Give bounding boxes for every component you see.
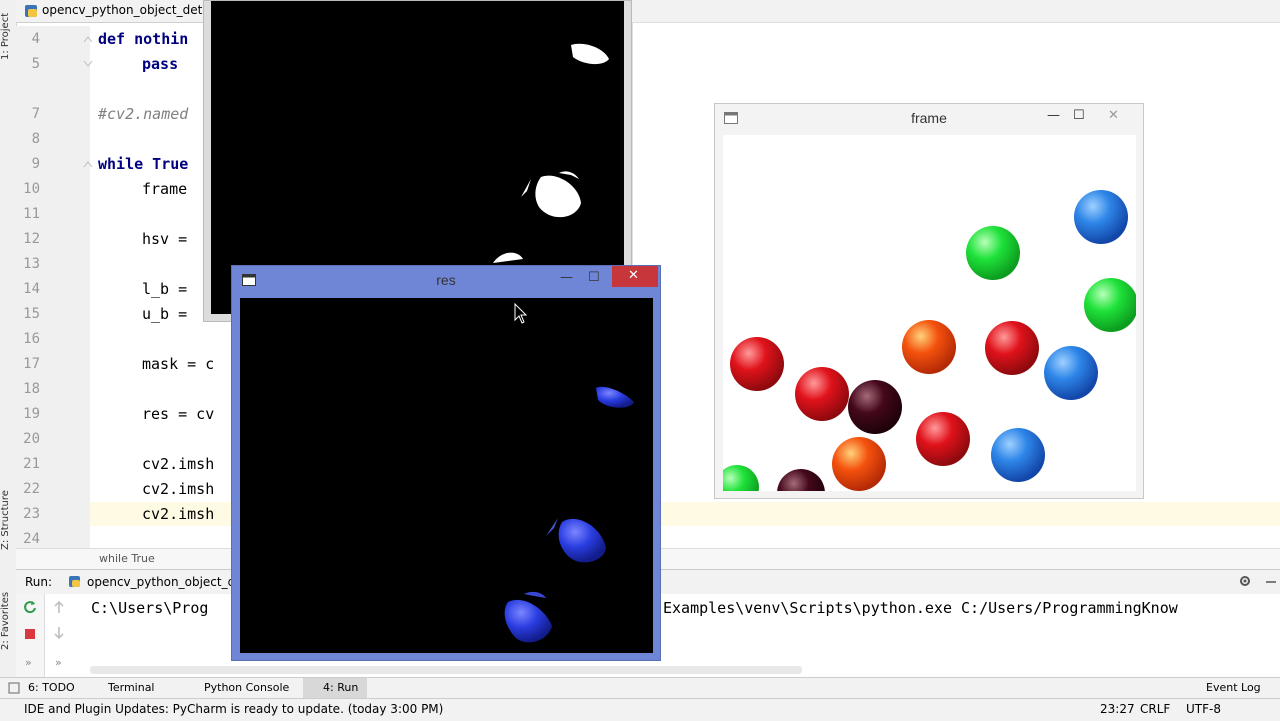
close-icon: ✕ <box>628 268 639 283</box>
console-scrollbar[interactable] <box>90 666 802 674</box>
frame-titlebar[interactable]: frame — ☐ ✕ <box>715 104 1143 134</box>
line-number: 15 <box>23 306 40 322</box>
line-number: 17 <box>23 356 40 372</box>
terminal-tab[interactable]: Terminal <box>108 681 155 694</box>
close-button[interactable]: ✕ <box>612 266 658 287</box>
bottom-tool-tabs: 6: TODO Terminal Python Console 4: Run E… <box>0 677 1280 698</box>
code-line[interactable]: res = cv <box>142 405 214 423</box>
favorites-tool-tab[interactable]: 2: Favorites <box>0 590 16 652</box>
line-number: 21 <box>23 456 40 472</box>
frame-image <box>723 135 1136 491</box>
code-line[interactable]: mask = c <box>142 355 214 373</box>
fold-marker-icon[interactable] <box>82 159 94 171</box>
run-toolbar: » » <box>16 594 64 678</box>
scroll-down-icon[interactable] <box>53 626 65 640</box>
scroll-up-icon[interactable] <box>53 600 65 614</box>
console-line-right: Examples\venv\Scripts\python.exe C:/User… <box>663 599 1178 617</box>
line-number: 20 <box>23 431 40 447</box>
line-number: 12 <box>23 231 40 247</box>
line-separator[interactable]: CRLF <box>1140 702 1170 716</box>
candy-photo <box>723 190 1136 491</box>
cursor-position[interactable]: 23:27 <box>1100 702 1135 716</box>
stop-icon[interactable] <box>24 628 36 640</box>
more-icon[interactable]: » <box>25 656 32 669</box>
code-line[interactable]: u_b = <box>142 305 187 323</box>
more-icon[interactable]: » <box>55 656 62 669</box>
python-console-tab[interactable]: Python Console <box>204 681 289 694</box>
python-run-icon <box>69 576 80 587</box>
maximize-button[interactable]: ☐ <box>588 270 600 285</box>
line-number: 5 <box>31 56 40 72</box>
code-line[interactable]: frame <box>142 180 187 198</box>
code-line[interactable]: cv2.imsh <box>142 505 214 523</box>
toggle-panels-icon[interactable] <box>8 682 20 694</box>
run-tab[interactable]: 4: Run <box>323 681 358 694</box>
line-number: 11 <box>23 206 40 222</box>
close-button[interactable]: ✕ <box>1108 108 1119 123</box>
fold-marker-icon[interactable] <box>82 57 94 69</box>
left-tool-stripe: 1: Project Z: Structure 2: Favorites <box>0 0 17 698</box>
code-line[interactable]: cv2.imsh <box>142 480 214 498</box>
code-line[interactable]: def nothin <box>98 30 188 48</box>
editor-tab-bar-right <box>632 0 1280 23</box>
line-number: 8 <box>31 131 40 147</box>
file-encoding[interactable]: UTF-8 <box>1186 702 1221 716</box>
res-titlebar[interactable]: res — ☐ ✕ <box>232 266 660 296</box>
res-image <box>240 298 653 653</box>
minimize-button[interactable]: — <box>560 270 573 285</box>
res-window[interactable]: res — ☐ ✕ <box>231 265 661 661</box>
line-number: 7 <box>31 106 40 122</box>
line-number: 24 <box>23 531 40 547</box>
gear-icon[interactable] <box>1238 574 1252 588</box>
line-number: 16 <box>23 331 40 347</box>
console-line-left: C:\Users\Prog <box>91 599 209 617</box>
line-number: 22 <box>23 481 40 497</box>
status-message[interactable]: IDE and Plugin Updates: PyCharm is ready… <box>24 702 443 716</box>
code-line[interactable]: hsv = <box>142 230 187 248</box>
python-file-icon <box>25 5 37 17</box>
editor-tab[interactable]: opencv_python_object_detect <box>16 0 221 23</box>
editor-tab-title: opencv_python_object_detect <box>42 3 221 17</box>
minimize-button[interactable]: — <box>1047 108 1060 123</box>
line-number: 13 <box>23 256 40 272</box>
line-number: 19 <box>23 406 40 422</box>
mouse-cursor-icon <box>514 303 528 324</box>
breadcrumb-item[interactable]: while True <box>99 552 155 565</box>
maximize-button[interactable]: ☐ <box>1073 108 1085 123</box>
res-blobs <box>504 386 634 643</box>
rerun-icon[interactable] <box>23 600 37 614</box>
line-number: 23 <box>23 506 40 522</box>
minimize-panel-icon[interactable] <box>1264 574 1278 588</box>
line-number: 10 <box>23 181 40 197</box>
code-line[interactable]: l_b = <box>142 280 187 298</box>
line-number: 4 <box>31 31 40 47</box>
code-line[interactable]: while True <box>98 155 188 173</box>
status-bar: IDE and Plugin Updates: PyCharm is ready… <box>0 698 1280 721</box>
frame-window[interactable]: frame — ☐ ✕ <box>714 103 1144 499</box>
code-line[interactable]: pass <box>142 55 178 73</box>
fold-marker-icon[interactable] <box>82 34 94 46</box>
line-number: 14 <box>23 281 40 297</box>
event-log-tab[interactable]: Event Log <box>1206 681 1261 694</box>
run-label: Run: <box>25 575 53 589</box>
code-line[interactable]: #cv2.named <box>98 105 188 123</box>
code-line[interactable]: cv2.imsh <box>142 455 214 473</box>
todo-tab[interactable]: 6: TODO <box>28 681 75 694</box>
line-number: 9 <box>31 156 40 172</box>
line-number: 18 <box>23 381 40 397</box>
